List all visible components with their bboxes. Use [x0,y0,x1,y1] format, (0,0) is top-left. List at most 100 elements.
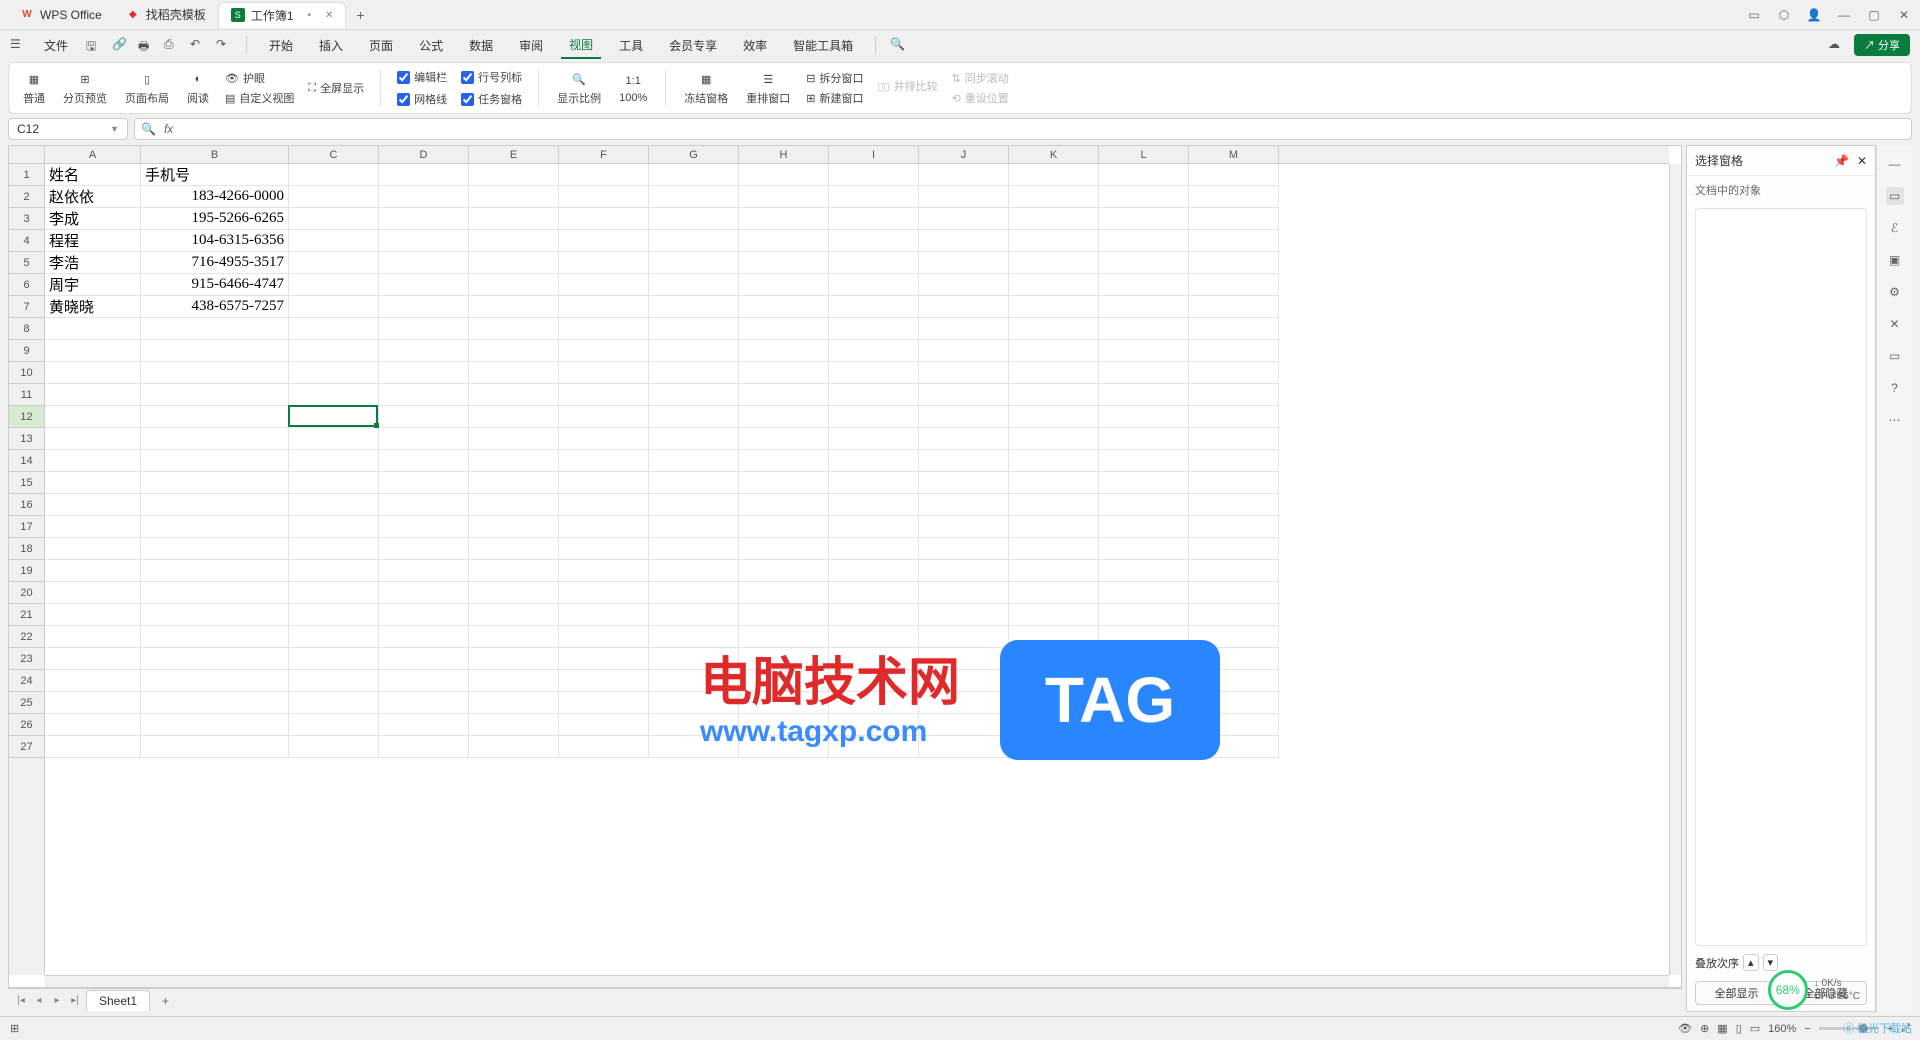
cell[interactable] [649,538,739,560]
cell[interactable] [919,560,1009,582]
cell[interactable] [829,362,919,384]
cell[interactable] [289,692,379,714]
sheet-nav-next[interactable]: ▸ [50,995,64,1006]
cell[interactable] [1099,670,1189,692]
cell[interactable] [1099,560,1189,582]
cell[interactable] [919,450,1009,472]
cell[interactable] [649,670,739,692]
cell[interactable] [141,516,289,538]
cell[interactable] [739,318,829,340]
col-header-D[interactable]: D [379,146,469,163]
cell[interactable] [829,340,919,362]
cell[interactable] [1009,230,1099,252]
cell[interactable]: 黄晓晓 [45,296,141,318]
cell[interactable]: 104-6315-6356 [141,230,289,252]
cell[interactable] [559,560,649,582]
cell[interactable] [469,274,559,296]
cell[interactable] [649,428,739,450]
cell[interactable] [739,582,829,604]
cell[interactable] [1099,164,1189,186]
cell[interactable] [559,384,649,406]
cell[interactable]: 程程 [45,230,141,252]
row-headers[interactable]: 1234567891011121314151617181920212223242… [9,164,45,975]
cell[interactable] [379,274,469,296]
cell[interactable] [1099,472,1189,494]
cell[interactable] [45,318,141,340]
cell[interactable] [289,164,379,186]
task-pane-checkbox[interactable]: 任务窗格 [457,89,526,109]
cell[interactable] [45,604,141,626]
search-icon[interactable]: 🔍 [890,37,906,53]
cell[interactable] [45,494,141,516]
app-tab[interactable]: W WPS Office [8,2,114,28]
cell[interactable] [289,472,379,494]
print-preview-icon[interactable]: ⎙ [164,37,180,53]
cell[interactable] [1099,208,1189,230]
cell[interactable] [379,164,469,186]
cell[interactable] [1099,626,1189,648]
cell[interactable]: 周宇 [45,274,141,296]
add-sheet-button[interactable]: + [154,994,177,1008]
cell[interactable]: 赵依依 [45,186,141,208]
row-header-26[interactable]: 26 [9,714,44,736]
cell[interactable] [829,318,919,340]
cell[interactable] [1099,384,1189,406]
col-header-L[interactable]: L [1099,146,1189,163]
cell[interactable] [289,714,379,736]
cell[interactable] [919,736,1009,758]
cell[interactable] [1009,692,1099,714]
arrange-windows-button[interactable]: ☰重排窗口 [740,68,796,108]
cell[interactable] [1189,494,1279,516]
cell[interactable] [649,362,739,384]
cell[interactable] [469,714,559,736]
name-box[interactable]: C12 ▼ [8,118,128,140]
cell[interactable]: 李成 [45,208,141,230]
print-icon[interactable]: 🖶 [138,37,154,53]
cell[interactable] [559,296,649,318]
close-pane-icon[interactable]: ✕ [1857,154,1867,168]
row-header-22[interactable]: 22 [9,626,44,648]
zoom-100-button[interactable]: 1:1100% [613,70,653,106]
cell[interactable] [739,494,829,516]
cell[interactable] [649,164,739,186]
cell[interactable] [289,318,379,340]
tab-smart-toolbox[interactable]: 智能工具箱 [785,33,861,58]
row-header-27[interactable]: 27 [9,736,44,758]
view-focus-icon[interactable]: ⊕ [1700,1022,1709,1035]
cell[interactable] [919,186,1009,208]
cell[interactable] [469,736,559,758]
cell[interactable] [919,296,1009,318]
cell[interactable] [559,362,649,384]
cell[interactable] [289,450,379,472]
cell[interactable] [1099,582,1189,604]
cell[interactable] [559,648,649,670]
col-header-G[interactable]: G [649,146,739,163]
add-tab-button[interactable]: + [346,7,374,23]
cell[interactable] [829,494,919,516]
cell[interactable] [379,692,469,714]
page-preview-button[interactable]: ⊞分页预览 [57,68,113,108]
cell[interactable] [1189,274,1279,296]
spreadsheet-grid[interactable]: ABCDEFGHIJKLM 12345678910111213141516171… [8,145,1682,988]
read-mode-button[interactable]: ◐阅读 [181,68,215,108]
tab-member[interactable]: 会员专享 [661,33,725,58]
cell[interactable] [649,208,739,230]
col-header-E[interactable]: E [469,146,559,163]
cell[interactable] [289,186,379,208]
cell[interactable] [559,472,649,494]
cell[interactable] [1099,692,1189,714]
cell[interactable] [739,670,829,692]
col-header-I[interactable]: I [829,146,919,163]
cell[interactable] [649,450,739,472]
cell[interactable] [829,538,919,560]
cell[interactable] [379,714,469,736]
cell[interactable] [45,406,141,428]
fullscreen-button[interactable]: ⛶全屏显示 [304,79,368,97]
zoom-out-icon[interactable]: − [1804,1023,1810,1035]
cell[interactable] [379,494,469,516]
col-header-C[interactable]: C [289,146,379,163]
cell[interactable] [1189,648,1279,670]
cell[interactable] [1099,296,1189,318]
cell[interactable] [469,560,559,582]
tab-view[interactable]: 视图 [561,32,601,59]
